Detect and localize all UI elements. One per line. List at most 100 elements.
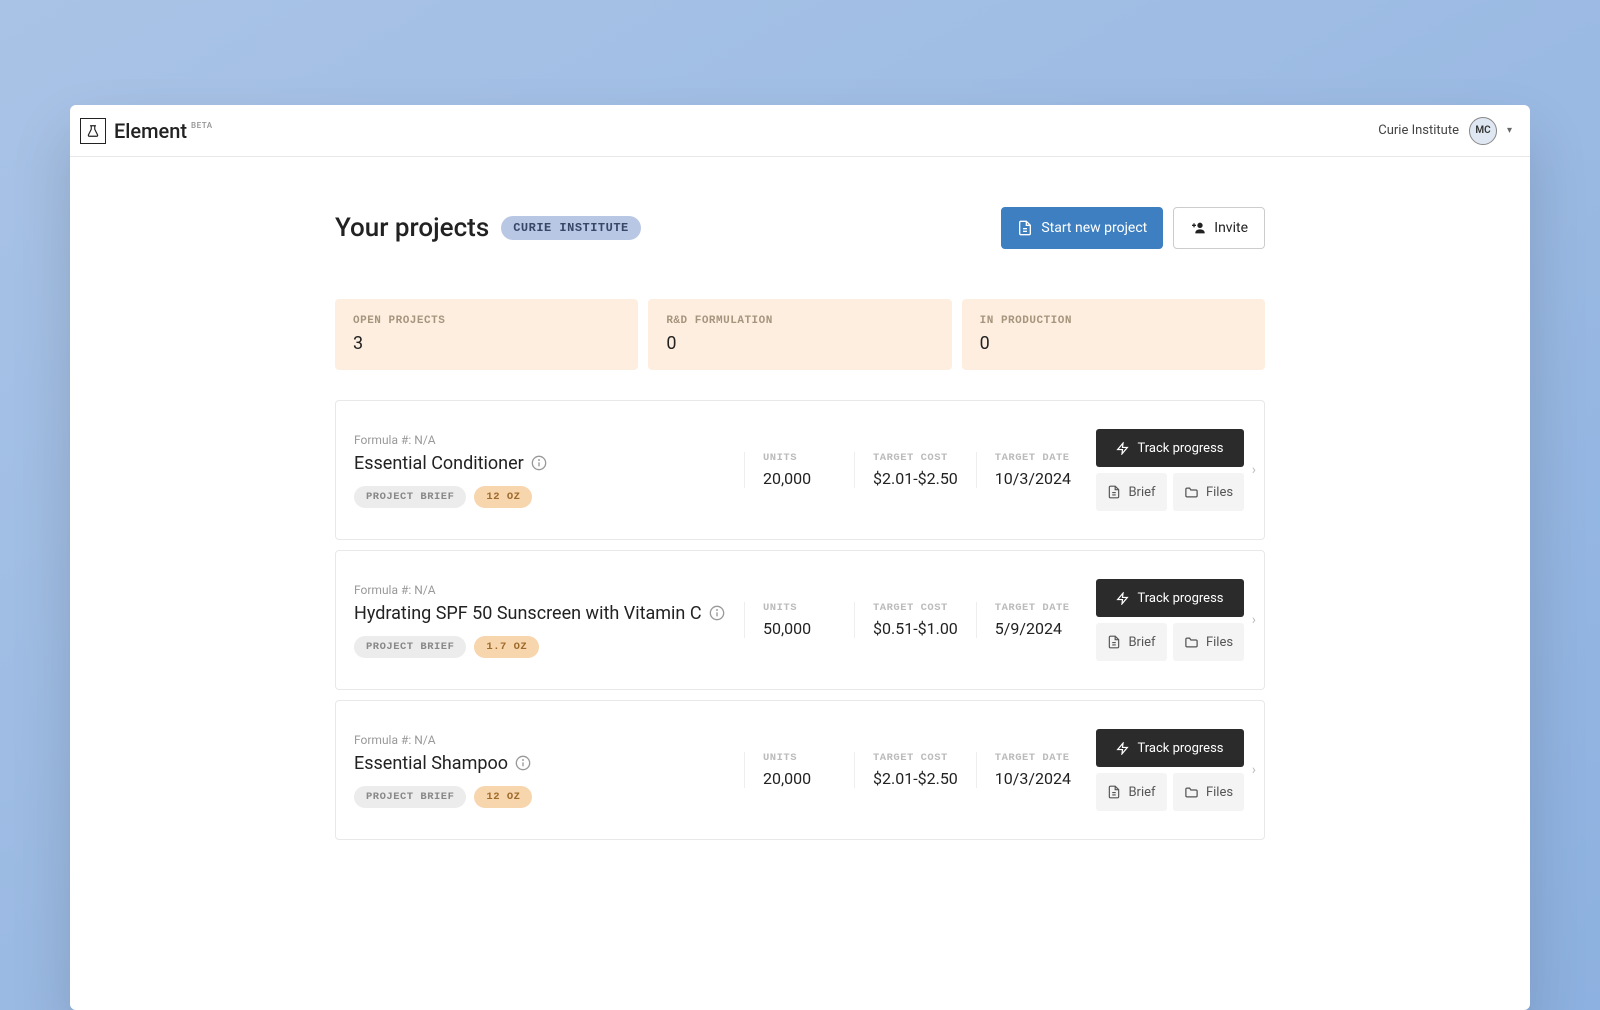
- brief-label: Brief: [1128, 785, 1155, 800]
- beta-badge: BETA: [191, 121, 213, 130]
- chevron-right-icon[interactable]: ›: [1252, 462, 1256, 478]
- metric-value: 20,000: [763, 769, 836, 788]
- action-row: Brief Files: [1096, 473, 1244, 511]
- invite-person-icon: [1190, 220, 1206, 236]
- avatar[interactable]: MC: [1469, 117, 1497, 145]
- stat-value: 0: [980, 333, 1247, 354]
- project-name: Hydrating SPF 50 Sunscreen with Vitamin …: [354, 603, 702, 624]
- size-tag: 1.7 OZ: [474, 636, 539, 658]
- project-name: Essential Shampoo: [354, 753, 508, 774]
- start-new-project-button[interactable]: Start new project: [1001, 207, 1163, 249]
- track-progress-button[interactable]: Track progress: [1096, 579, 1244, 617]
- brand[interactable]: Element BETA: [80, 118, 213, 144]
- metric-label: UNITS: [763, 752, 836, 764]
- metric-value: 10/3/2024: [995, 769, 1071, 788]
- project-row[interactable]: Formula #: N/A Essential Conditioner PRO…: [335, 400, 1265, 540]
- invite-button[interactable]: Invite: [1173, 207, 1265, 249]
- metric-label: TARGET COST: [873, 752, 958, 764]
- metric-target-cost: TARGET COST $2.01-$2.50: [854, 452, 976, 488]
- metric-target-date: TARGET DATE 10/3/2024: [976, 752, 1089, 788]
- action-row: Brief Files: [1096, 773, 1244, 811]
- project-brief-tag: PROJECT BRIEF: [354, 636, 466, 658]
- info-icon[interactable]: [709, 605, 725, 621]
- lightning-icon: [1116, 592, 1129, 605]
- files-label: Files: [1206, 785, 1233, 800]
- stat-label: OPEN PROJECTS: [353, 315, 620, 327]
- metric-value: $2.01-$2.50: [873, 469, 958, 488]
- page-header-left: Your projects CURIE INSTITUTE: [335, 213, 641, 243]
- formula-prefix: Formula #:: [354, 733, 414, 747]
- stat-open-projects: OPEN PROJECTS 3: [335, 299, 638, 370]
- user-menu-caret-icon[interactable]: ▾: [1507, 125, 1512, 136]
- tag-row: PROJECT BRIEF 12 OZ: [354, 486, 734, 508]
- track-progress-label: Track progress: [1137, 741, 1223, 756]
- project-row[interactable]: Formula #: N/A Essential Shampoo PROJECT…: [335, 700, 1265, 840]
- project-name-row: Essential Shampoo: [354, 753, 734, 774]
- tag-row: PROJECT BRIEF 12 OZ: [354, 786, 734, 808]
- stat-rd-formulation: R&D FORMULATION 0: [648, 299, 951, 370]
- brief-button[interactable]: Brief: [1096, 473, 1167, 511]
- info-icon[interactable]: [531, 455, 547, 471]
- formula-line: Formula #: N/A: [354, 583, 734, 597]
- brief-button[interactable]: Brief: [1096, 623, 1167, 661]
- metric-value: 10/3/2024: [995, 469, 1071, 488]
- stat-label: IN PRODUCTION: [980, 315, 1247, 327]
- org-name: Curie Institute: [1378, 123, 1459, 138]
- stat-value: 3: [353, 333, 620, 354]
- brief-label: Brief: [1128, 635, 1155, 650]
- chevron-right-icon[interactable]: ›: [1252, 762, 1256, 778]
- formula-value: N/A: [414, 733, 435, 747]
- formula-prefix: Formula #:: [354, 583, 414, 597]
- page-title: Your projects: [335, 213, 489, 243]
- tag-row: PROJECT BRIEF 1.7 OZ: [354, 636, 734, 658]
- files-button[interactable]: Files: [1173, 473, 1244, 511]
- topbar-right: Curie Institute MC ▾: [1378, 117, 1512, 145]
- projects-list: Formula #: N/A Essential Conditioner PRO…: [335, 400, 1265, 840]
- lightning-icon: [1116, 442, 1129, 455]
- project-name-row: Essential Conditioner: [354, 453, 734, 474]
- metric-units: UNITS 20,000: [744, 752, 854, 788]
- chevron-right-icon[interactable]: ›: [1252, 612, 1256, 628]
- files-button[interactable]: Files: [1173, 773, 1244, 811]
- metric-label: UNITS: [763, 452, 836, 464]
- folder-icon: [1184, 785, 1199, 800]
- document-icon: [1107, 635, 1121, 649]
- files-button[interactable]: Files: [1173, 623, 1244, 661]
- project-row[interactable]: Formula #: N/A Hydrating SPF 50 Sunscree…: [335, 550, 1265, 690]
- project-main: Formula #: N/A Essential Shampoo PROJECT…: [354, 733, 744, 808]
- track-progress-button[interactable]: Track progress: [1096, 429, 1244, 467]
- project-name-row: Hydrating SPF 50 Sunscreen with Vitamin …: [354, 603, 734, 624]
- metric-label: TARGET COST: [873, 452, 958, 464]
- document-icon: [1017, 220, 1033, 236]
- page-header: Your projects CURIE INSTITUTE Start new …: [335, 207, 1265, 249]
- lightning-icon: [1116, 742, 1129, 755]
- folder-icon: [1184, 485, 1199, 500]
- project-actions: Track progress Brief Files: [1096, 729, 1244, 811]
- stat-value: 0: [666, 333, 933, 354]
- formula-line: Formula #: N/A: [354, 733, 734, 747]
- brief-label: Brief: [1128, 485, 1155, 500]
- formula-line: Formula #: N/A: [354, 433, 734, 447]
- stats-row: OPEN PROJECTS 3 R&D FORMULATION 0 IN PRO…: [335, 299, 1265, 370]
- formula-value: N/A: [414, 583, 435, 597]
- invite-label: Invite: [1214, 220, 1248, 236]
- org-chip: CURIE INSTITUTE: [501, 216, 641, 240]
- folder-icon: [1184, 635, 1199, 650]
- metric-target-cost: TARGET COST $2.01-$2.50: [854, 752, 976, 788]
- project-main: Formula #: N/A Essential Conditioner PRO…: [354, 433, 744, 508]
- metric-value: $2.01-$2.50: [873, 769, 958, 788]
- metric-target-cost: TARGET COST $0.51-$1.00: [854, 602, 976, 638]
- start-new-project-label: Start new project: [1041, 220, 1147, 236]
- metric-label: TARGET DATE: [995, 752, 1071, 764]
- formula-prefix: Formula #:: [354, 433, 414, 447]
- info-icon[interactable]: [515, 755, 531, 771]
- app-window: Element BETA Curie Institute MC ▾ Your p…: [70, 105, 1530, 1010]
- size-tag: 12 OZ: [474, 786, 532, 808]
- metric-target-date: TARGET DATE 10/3/2024: [976, 452, 1089, 488]
- metric-label: UNITS: [763, 602, 836, 614]
- metric-target-date: TARGET DATE 5/9/2024: [976, 602, 1088, 638]
- track-progress-button[interactable]: Track progress: [1096, 729, 1244, 767]
- metric-units: UNITS 20,000: [744, 452, 854, 488]
- project-brief-tag: PROJECT BRIEF: [354, 786, 466, 808]
- brief-button[interactable]: Brief: [1096, 773, 1167, 811]
